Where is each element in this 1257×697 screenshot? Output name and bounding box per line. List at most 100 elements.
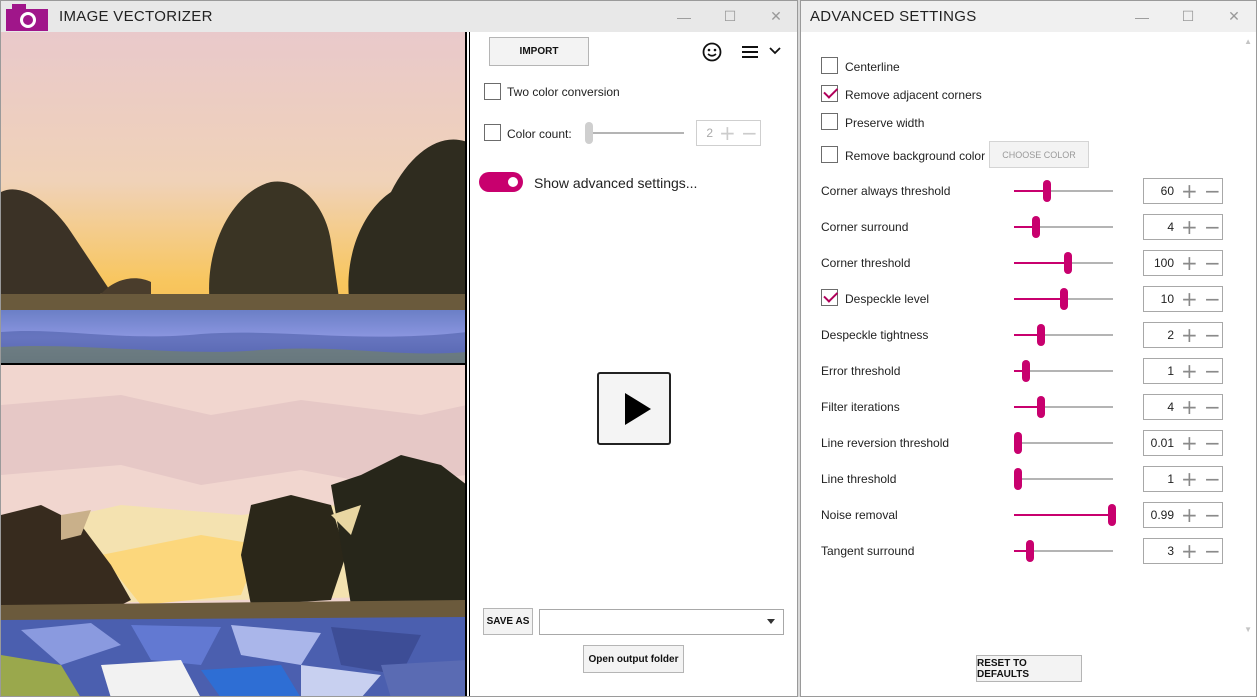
minus-icon[interactable]: − (1204, 288, 1221, 310)
noise-removal-label: Noise removal (821, 508, 898, 522)
scroll-down-icon[interactable]: ▼ (1244, 625, 1252, 634)
advanced-titlebar[interactable]: ADVANCED SETTINGS — ☐ ✕ (801, 1, 1256, 32)
choose-color-button[interactable]: CHOOSE COLOR (989, 141, 1089, 168)
minus-icon[interactable]: − (1204, 396, 1221, 418)
noise-removal-slider-fill (1014, 514, 1112, 516)
noise-removal-stepper[interactable]: 0.99 + − (1143, 502, 1223, 528)
corner-always-threshold-slider-thumb[interactable] (1043, 180, 1051, 202)
error-threshold-value: 1 (1167, 364, 1174, 378)
line-reversion-threshold-label: Line reversion threshold (821, 436, 950, 450)
remove-background-color-label: Remove background color (845, 149, 986, 163)
vectorized-image-pane (1, 365, 467, 696)
advanced-settings-window: ADVANCED SETTINGS — ☐ ✕ ▲ ▼ Centerline R… (800, 0, 1257, 697)
noise-removal-slider-thumb[interactable] (1108, 504, 1116, 526)
reset-to-defaults-button[interactable]: RESET TO DEFAULTS (976, 655, 1082, 682)
advanced-settings-toggle[interactable] (479, 172, 523, 192)
error-threshold-slider-thumb[interactable] (1022, 360, 1030, 382)
two-color-checkbox[interactable] (484, 83, 501, 100)
despeckle-tightness-label: Despeckle tightness (821, 328, 929, 342)
tangent-surround-stepper[interactable]: 3 + − (1143, 538, 1223, 564)
controls-panel: IMPORT Two color conversion Color count:… (469, 32, 797, 696)
maximize-button[interactable]: ☐ (707, 1, 753, 32)
despeckle-level-stepper[interactable]: 10 + − (1143, 286, 1223, 312)
color-count-value: 2 (706, 126, 713, 140)
close-button[interactable]: ✕ (753, 1, 797, 32)
plus-icon[interactable]: + (1181, 432, 1198, 454)
minus-icon[interactable]: − (1204, 432, 1221, 454)
corner-threshold-stepper[interactable]: 100 + − (1143, 250, 1223, 276)
main-titlebar[interactable]: IMAGE VECTORIZER — ☐ ✕ (1, 1, 797, 32)
remove-adjacent-corners-label: Remove adjacent corners (845, 88, 982, 102)
scroll-up-icon[interactable]: ▲ (1244, 37, 1252, 46)
despeckle-tightness-stepper[interactable]: 2 + − (1143, 322, 1223, 348)
dropdown-arrow-icon (767, 619, 775, 624)
despeckle-level-slider-thumb[interactable] (1060, 288, 1068, 310)
color-count-slider-thumb[interactable] (585, 122, 593, 144)
minus-icon[interactable]: − (1204, 504, 1221, 526)
corner-surround-stepper[interactable]: 4 + − (1143, 214, 1223, 240)
error-threshold-stepper[interactable]: 1 + − (1143, 358, 1223, 384)
plus-icon[interactable]: + (1181, 324, 1198, 346)
color-count-slider[interactable] (588, 132, 684, 134)
despeckle-tightness-slider-thumb[interactable] (1037, 324, 1045, 346)
corner-threshold-value: 100 (1153, 256, 1174, 270)
plus-icon[interactable]: + (1181, 360, 1198, 382)
corner-always-threshold-label: Corner always threshold (821, 184, 951, 198)
main-window: IMAGE VECTORIZER — ☐ ✕ IMPORT Two color … (0, 0, 798, 697)
plus-icon[interactable]: + (1181, 396, 1198, 418)
minimize-button[interactable]: — (661, 1, 707, 32)
preserve-width-checkbox[interactable] (821, 113, 838, 130)
line-reversion-threshold-stepper[interactable]: 0.01 + − (1143, 430, 1223, 456)
despeckle-level-checkbox[interactable] (821, 289, 838, 306)
plus-icon[interactable]: + (1181, 468, 1198, 490)
plus-icon[interactable]: + (1181, 504, 1198, 526)
import-button[interactable]: IMPORT (489, 37, 589, 66)
remove-adjacent-corners-checkbox[interactable] (821, 85, 838, 102)
centerline-checkbox[interactable] (821, 57, 838, 74)
corner-always-threshold-stepper[interactable]: 60 + − (1143, 178, 1223, 204)
close-button[interactable]: ✕ (1211, 1, 1256, 32)
tangent-surround-slider-thumb[interactable] (1026, 540, 1034, 562)
play-button[interactable] (597, 372, 671, 445)
minus-icon[interactable]: − (741, 122, 758, 144)
line-threshold-slider[interactable] (1014, 478, 1113, 480)
color-count-label: Color count: (507, 127, 572, 141)
plus-icon[interactable]: + (1181, 288, 1198, 310)
line-reversion-threshold-slider[interactable] (1014, 442, 1113, 444)
minus-icon[interactable]: − (1204, 180, 1221, 202)
color-count-checkbox[interactable] (484, 124, 501, 141)
minus-icon[interactable]: − (1204, 468, 1221, 490)
plus-icon[interactable]: + (1181, 180, 1198, 202)
chevron-down-icon[interactable] (769, 47, 781, 55)
minus-icon[interactable]: − (1204, 360, 1221, 382)
filter-iterations-stepper[interactable]: 4 + − (1143, 394, 1223, 420)
minimize-button[interactable]: — (1119, 1, 1165, 32)
filter-iterations-slider-thumb[interactable] (1037, 396, 1045, 418)
plus-icon[interactable]: + (1181, 252, 1198, 274)
minus-icon[interactable]: − (1204, 216, 1221, 238)
save-as-button[interactable]: SAVE AS (483, 608, 533, 635)
line-threshold-stepper[interactable]: 1 + − (1143, 466, 1223, 492)
hamburger-menu-icon[interactable] (742, 45, 758, 59)
open-output-folder-button[interactable]: Open output folder (583, 645, 684, 673)
minus-icon[interactable]: − (1204, 252, 1221, 274)
maximize-button[interactable]: ☐ (1165, 1, 1211, 32)
corner-surround-value: 4 (1167, 220, 1174, 234)
original-image (1, 32, 465, 363)
line-reversion-threshold-slider-thumb[interactable] (1014, 432, 1022, 454)
corner-surround-slider-thumb[interactable] (1032, 216, 1040, 238)
line-threshold-slider-thumb[interactable] (1014, 468, 1022, 490)
plus-icon[interactable]: + (719, 122, 736, 144)
error-threshold-label: Error threshold (821, 364, 901, 378)
minus-icon[interactable]: − (1204, 540, 1221, 562)
save-format-select[interactable] (539, 609, 784, 635)
minus-icon[interactable]: − (1204, 324, 1221, 346)
color-count-stepper[interactable]: 2 + − (696, 120, 761, 146)
corner-always-threshold-value: 60 (1160, 184, 1174, 198)
plus-icon[interactable]: + (1181, 540, 1198, 562)
corner-threshold-slider-thumb[interactable] (1064, 252, 1072, 274)
plus-icon[interactable]: + (1181, 216, 1198, 238)
remove-background-color-checkbox[interactable] (821, 146, 838, 163)
corner-surround-label: Corner surround (821, 220, 909, 234)
smiley-icon[interactable] (702, 42, 722, 62)
